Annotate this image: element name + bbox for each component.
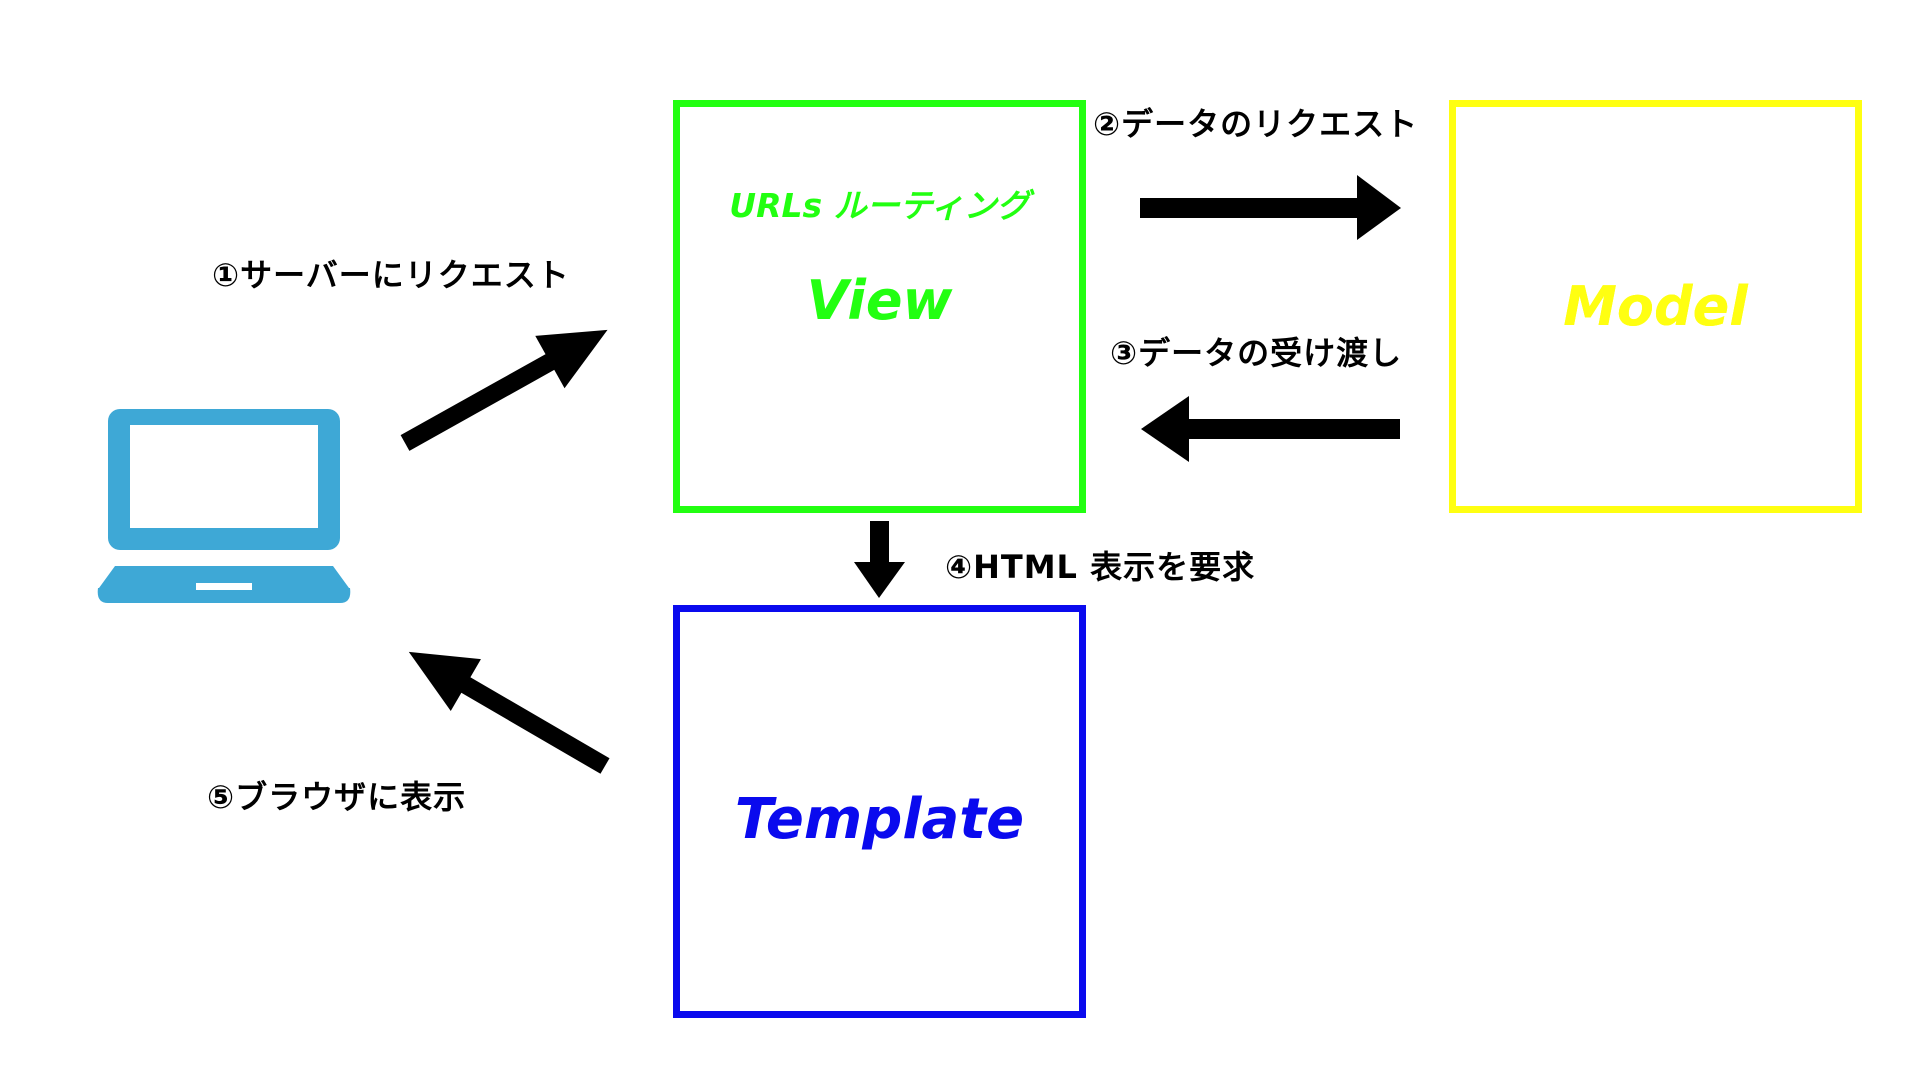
arrow-model-to-view bbox=[1141, 396, 1400, 462]
arrow-request-to-view bbox=[400, 329, 608, 451]
step-5-label: ⑤ブラウザに表示 bbox=[207, 778, 467, 816]
step-2-label: ②データのリクエスト bbox=[1093, 105, 1419, 143]
view-box: URLs ルーティング View bbox=[673, 100, 1086, 513]
laptop-icon bbox=[97, 409, 351, 603]
step-3-label: ③データの受け渡し bbox=[1110, 334, 1403, 372]
template-title: Template bbox=[734, 787, 1025, 852]
model-title: Model bbox=[1563, 275, 1748, 338]
view-title: View bbox=[806, 269, 953, 332]
arrow-view-to-template bbox=[854, 521, 905, 598]
view-subtitle: URLs ルーティング bbox=[729, 186, 1030, 225]
step-1-label: ①サーバーにリクエスト bbox=[212, 256, 570, 294]
step-4-label: ④HTML 表示を要求 bbox=[945, 548, 1256, 586]
model-box: Model bbox=[1449, 100, 1862, 513]
arrow-template-to-laptop bbox=[408, 651, 610, 774]
arrow-view-to-model bbox=[1140, 175, 1401, 240]
template-box: Template bbox=[673, 605, 1086, 1018]
